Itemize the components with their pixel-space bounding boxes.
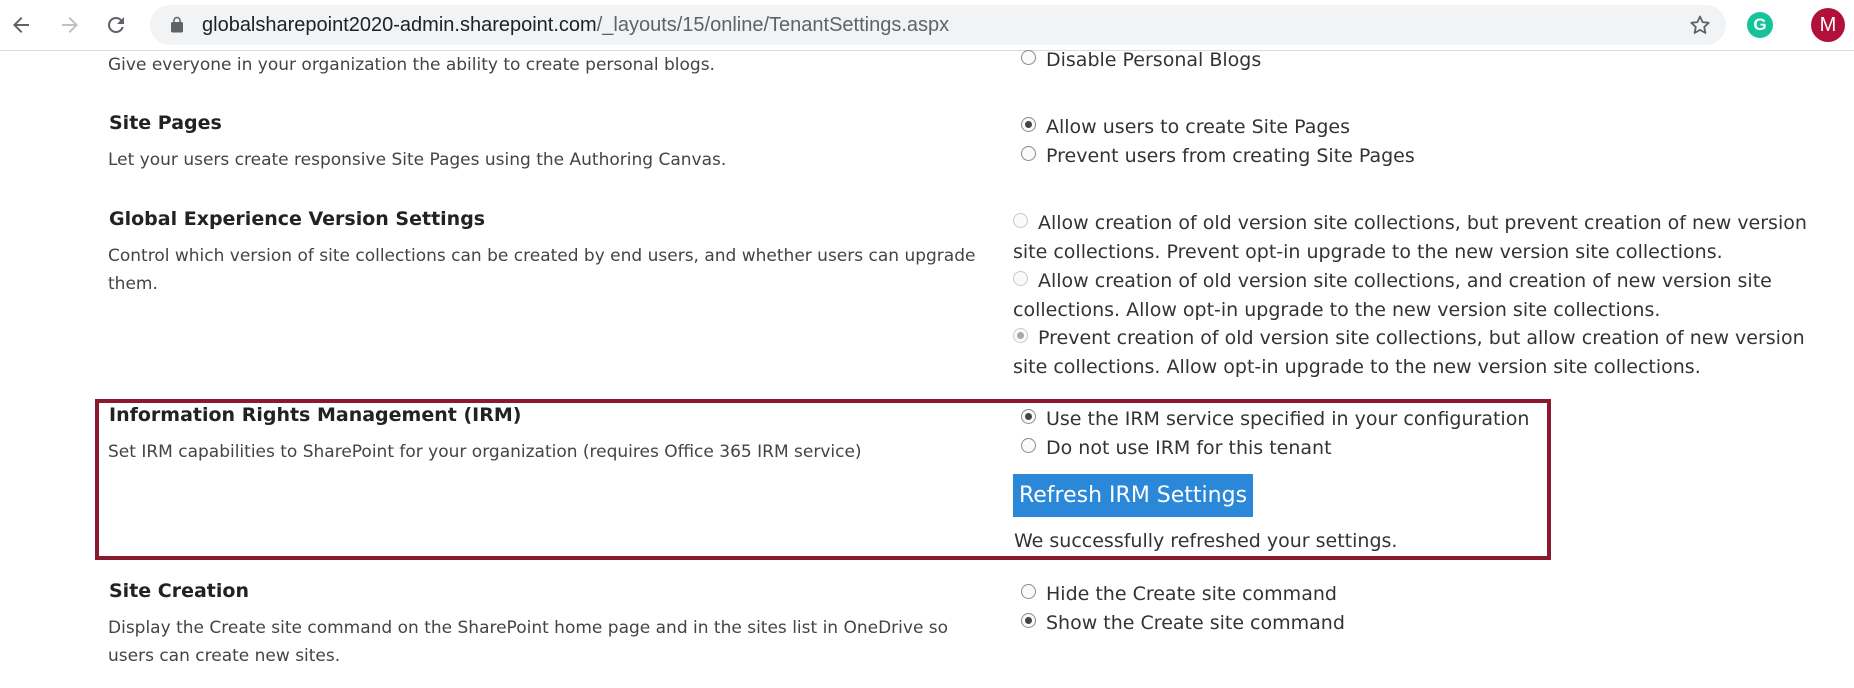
radio-button[interactable]	[1021, 50, 1036, 65]
radio-button[interactable]	[1013, 213, 1028, 228]
grammarly-extension-icon[interactable]: G	[1747, 12, 1773, 38]
option-label: Hide the Create site command	[1046, 583, 1337, 605]
irm-option-do-not-use[interactable]: Do not use IRM for this tenant	[1021, 434, 1332, 463]
global-experience-option-2[interactable]: Allow creation of old version site colle…	[1013, 267, 1838, 325]
forward-icon[interactable]	[55, 10, 85, 40]
option-label: Prevent users from creating Site Pages	[1046, 145, 1415, 167]
url-path: /_layouts/15/online/TenantSettings.aspx	[596, 14, 950, 36]
option-label: Show the Create site command	[1046, 612, 1345, 634]
site-creation-option-hide[interactable]: Hide the Create site command	[1021, 580, 1337, 609]
option-label: Do not use IRM for this tenant	[1046, 437, 1332, 459]
personal-blogs-description: Give everyone in your organization the a…	[108, 55, 715, 75]
irm-description: Set IRM capabilities to SharePoint for y…	[108, 442, 862, 462]
global-experience-description: Control which version of site collection…	[108, 246, 976, 294]
option-label: Prevent creation of old version site col…	[1013, 327, 1805, 378]
radio-button[interactable]	[1021, 613, 1036, 628]
site-creation-description: Display the Create site command on the S…	[108, 618, 949, 666]
irm-title: Information Rights Management (IRM)	[109, 404, 522, 426]
refresh-irm-settings-button[interactable]: Refresh IRM Settings	[1013, 474, 1253, 517]
option-label: Use the IRM service specified in your co…	[1046, 408, 1530, 430]
lock-icon[interactable]	[168, 16, 186, 34]
global-experience-option-3[interactable]: Prevent creation of old version site col…	[1013, 324, 1838, 382]
option-label: Allow creation of old version site colle…	[1013, 212, 1807, 263]
radio-button[interactable]	[1013, 328, 1028, 343]
site-creation-title: Site Creation	[109, 580, 249, 602]
bookmark-star-icon[interactable]	[1688, 13, 1712, 37]
option-label: Allow creation of old version site colle…	[1013, 270, 1772, 321]
radio-button[interactable]	[1021, 409, 1036, 424]
site-creation-option-show[interactable]: Show the Create site command	[1021, 609, 1345, 638]
radio-button[interactable]	[1021, 584, 1036, 599]
option-label: Allow users to create Site Pages	[1046, 116, 1351, 138]
irm-status-message: We successfully refreshed your settings.	[1014, 530, 1398, 552]
option-label: Disable Personal Blogs	[1046, 49, 1262, 71]
global-experience-option-1[interactable]: Allow creation of old version site colle…	[1013, 209, 1838, 267]
url-domain: globalsharepoint2020-admin.sharepoint.co…	[202, 14, 597, 36]
reload-icon[interactable]	[101, 10, 131, 40]
personal-blogs-option-disable[interactable]: Disable Personal Blogs	[1021, 46, 1261, 75]
back-icon[interactable]	[6, 10, 36, 40]
global-experience-title: Global Experience Version Settings	[109, 208, 486, 230]
radio-button[interactable]	[1021, 146, 1036, 161]
radio-button[interactable]	[1021, 438, 1036, 453]
radio-button[interactable]	[1013, 271, 1028, 286]
browser-toolbar: globalsharepoint2020-admin.sharepoint.co…	[0, 0, 1854, 51]
site-pages-description: Let your users create responsive Site Pa…	[108, 150, 727, 170]
site-pages-option-prevent[interactable]: Prevent users from creating Site Pages	[1021, 142, 1415, 171]
profile-avatar[interactable]: M	[1811, 8, 1845, 42]
irm-option-use-configured[interactable]: Use the IRM service specified in your co…	[1021, 405, 1529, 434]
url-text[interactable]: globalsharepoint2020-admin.sharepoint.co…	[202, 5, 949, 45]
address-bar[interactable]: globalsharepoint2020-admin.sharepoint.co…	[150, 5, 1726, 45]
radio-button[interactable]	[1021, 117, 1036, 132]
site-pages-option-allow[interactable]: Allow users to create Site Pages	[1021, 113, 1350, 142]
site-pages-title: Site Pages	[109, 112, 222, 134]
